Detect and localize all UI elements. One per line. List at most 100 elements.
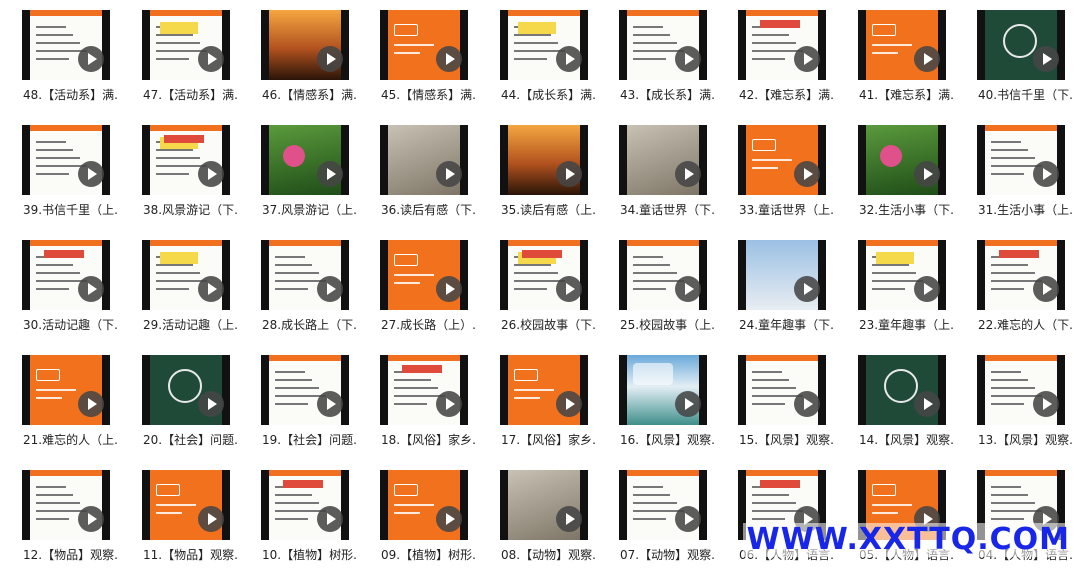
play-icon[interactable] <box>317 391 343 417</box>
video-title[interactable]: 13.【风景】观察... <box>978 433 1073 447</box>
play-icon[interactable] <box>675 391 701 417</box>
video-title[interactable]: 07.【动物】观察... <box>620 548 715 562</box>
video-title[interactable]: 35.读后有感（上... <box>501 203 596 217</box>
video-thumbnail[interactable] <box>142 125 230 195</box>
play-icon[interactable] <box>78 46 104 72</box>
play-icon[interactable] <box>78 506 104 532</box>
video-tile[interactable]: 16.【风景】观察... <box>597 345 715 455</box>
video-title[interactable]: 26.校园故事（下... <box>501 318 596 332</box>
play-icon[interactable] <box>914 161 940 187</box>
play-icon[interactable] <box>675 276 701 302</box>
video-tile[interactable]: 07.【动物】观察... <box>597 460 715 570</box>
video-tile[interactable]: 34.童话世界（下... <box>597 115 715 225</box>
play-icon[interactable] <box>1033 161 1059 187</box>
video-thumbnail[interactable] <box>500 125 588 195</box>
video-thumbnail[interactable] <box>858 10 946 80</box>
video-title[interactable]: 47.【活动系】满... <box>143 88 238 102</box>
video-thumbnail[interactable] <box>380 470 468 540</box>
video-tile[interactable]: 48.【活动系】满... <box>0 0 118 110</box>
video-tile[interactable]: 18.【风俗】家乡... <box>358 345 476 455</box>
video-tile[interactable]: 29.活动记趣（上... <box>120 230 238 340</box>
play-icon[interactable] <box>675 161 701 187</box>
video-thumbnail[interactable] <box>380 10 468 80</box>
video-thumbnail[interactable] <box>261 355 349 425</box>
video-tile[interactable]: 28.成长路上（下... <box>239 230 357 340</box>
play-icon[interactable] <box>436 46 462 72</box>
play-icon[interactable] <box>78 276 104 302</box>
video-tile[interactable]: 46.【情感系】满... <box>239 0 357 110</box>
video-title[interactable]: 39.书信千里（上... <box>23 203 118 217</box>
video-tile[interactable]: 44.【成长系】满... <box>478 0 596 110</box>
video-title[interactable]: 32.生活小事（下... <box>859 203 954 217</box>
video-tile[interactable]: 45.【情感系】满... <box>358 0 476 110</box>
video-thumbnail[interactable] <box>500 355 588 425</box>
play-icon[interactable] <box>556 506 582 532</box>
video-title[interactable]: 40.书信千里（下... <box>978 88 1073 102</box>
video-title[interactable]: 41.【难忘系】满... <box>859 88 954 102</box>
video-thumbnail[interactable] <box>142 470 230 540</box>
video-title[interactable]: 44.【成长系】满... <box>501 88 596 102</box>
video-thumbnail[interactable] <box>261 125 349 195</box>
video-thumbnail[interactable] <box>977 355 1065 425</box>
video-thumbnail[interactable] <box>142 240 230 310</box>
video-thumbnail[interactable] <box>500 10 588 80</box>
play-icon[interactable] <box>556 46 582 72</box>
video-thumbnail[interactable] <box>142 10 230 80</box>
play-icon[interactable] <box>556 391 582 417</box>
play-icon[interactable] <box>317 276 343 302</box>
video-thumbnail[interactable] <box>500 470 588 540</box>
play-icon[interactable] <box>317 161 343 187</box>
video-thumbnail[interactable] <box>380 240 468 310</box>
play-icon[interactable] <box>675 506 701 532</box>
video-thumbnail[interactable] <box>261 10 349 80</box>
video-title[interactable]: 38.风景游记（下... <box>143 203 238 217</box>
video-tile[interactable]: 08.【动物】观察... <box>478 460 596 570</box>
video-tile[interactable]: 26.校园故事（下... <box>478 230 596 340</box>
video-thumbnail[interactable] <box>619 125 707 195</box>
video-thumbnail[interactable] <box>22 470 110 540</box>
video-thumbnail[interactable] <box>261 240 349 310</box>
play-icon[interactable] <box>436 161 462 187</box>
video-title[interactable]: 24.童年趣事（下... <box>739 318 834 332</box>
play-icon[interactable] <box>794 276 820 302</box>
video-thumbnail[interactable] <box>738 355 826 425</box>
video-title[interactable]: 18.【风俗】家乡... <box>381 433 476 447</box>
video-thumbnail[interactable] <box>22 10 110 80</box>
video-tile[interactable]: 22.难忘的人（下... <box>955 230 1073 340</box>
video-thumbnail[interactable] <box>858 355 946 425</box>
video-tile[interactable]: 09.【植物】树形... <box>358 460 476 570</box>
video-tile[interactable]: 47.【活动系】满... <box>120 0 238 110</box>
video-title[interactable]: 27.成长路（上）... <box>381 318 476 332</box>
video-tile[interactable]: 10.【植物】树形... <box>239 460 357 570</box>
video-thumbnail[interactable] <box>22 355 110 425</box>
video-tile[interactable]: 41.【难忘系】满... <box>836 0 954 110</box>
video-thumbnail[interactable] <box>738 240 826 310</box>
play-icon[interactable] <box>1033 46 1059 72</box>
play-icon[interactable] <box>198 276 224 302</box>
video-thumbnail[interactable] <box>619 470 707 540</box>
video-title[interactable]: 12.【物品】观察... <box>23 548 118 562</box>
play-icon[interactable] <box>794 391 820 417</box>
video-tile[interactable]: 36.读后有感（下... <box>358 115 476 225</box>
video-thumbnail[interactable] <box>500 240 588 310</box>
video-title[interactable]: 08.【动物】观察... <box>501 548 596 562</box>
video-thumbnail[interactable] <box>22 125 110 195</box>
video-thumbnail[interactable] <box>619 240 707 310</box>
video-title[interactable]: 30.活动记趣（下... <box>23 318 118 332</box>
video-thumbnail[interactable] <box>142 355 230 425</box>
video-thumbnail[interactable] <box>977 125 1065 195</box>
play-icon[interactable] <box>436 506 462 532</box>
video-title[interactable]: 29.活动记趣（上... <box>143 318 238 332</box>
video-tile[interactable]: 42.【难忘系】满... <box>716 0 834 110</box>
play-icon[interactable] <box>794 161 820 187</box>
video-title[interactable]: 36.读后有感（下... <box>381 203 476 217</box>
video-tile[interactable]: 37.风景游记（上... <box>239 115 357 225</box>
video-thumbnail[interactable] <box>977 10 1065 80</box>
video-thumbnail[interactable] <box>858 240 946 310</box>
play-icon[interactable] <box>556 276 582 302</box>
video-tile[interactable]: 33.童话世界（上... <box>716 115 834 225</box>
video-tile[interactable]: 32.生活小事（下... <box>836 115 954 225</box>
video-title[interactable]: 37.风景游记（上... <box>262 203 357 217</box>
video-tile[interactable]: 38.风景游记（下... <box>120 115 238 225</box>
video-tile[interactable]: 27.成长路（上）... <box>358 230 476 340</box>
